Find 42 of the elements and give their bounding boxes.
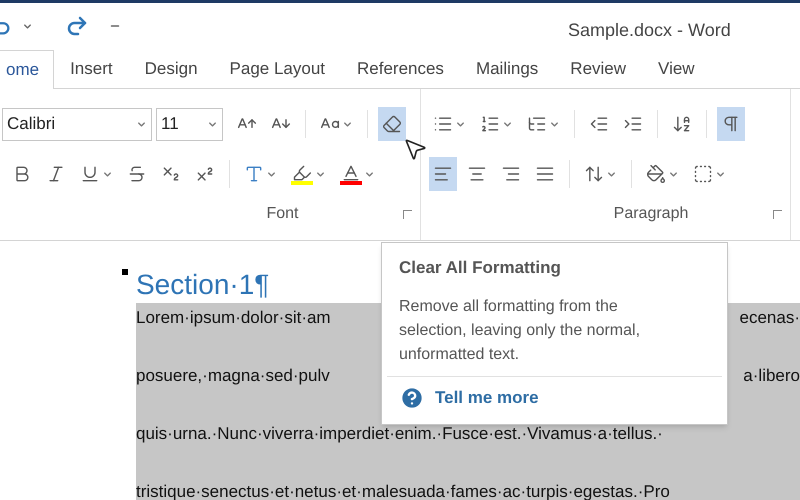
strikethrough-icon	[127, 164, 147, 184]
ribbon-tab[interactable]: View	[642, 50, 711, 88]
ribbon-tab[interactable]: Design	[128, 50, 214, 88]
font-color-icon	[341, 163, 361, 183]
document-text-line: posuere,·magna·sed·pulv	[136, 365, 330, 387]
ribbon-tab[interactable]: Page Layout	[214, 50, 341, 88]
section-heading: Section·1¶	[136, 268, 270, 302]
numbered-list-icon	[480, 114, 500, 134]
document-text-line: Lorem·ipsum·dolor·sit·am	[136, 307, 331, 329]
ribbon-tab[interactable]: Mailings	[460, 50, 554, 88]
sort-icon	[672, 114, 692, 134]
ribbon-tab[interactable]: References	[341, 50, 460, 88]
document-text-line: quis·urna.·Nunc·viverra·imperdiet·enim.·Fusce·est.·Vivamus·a·tellus.·	[136, 423, 663, 445]
text-effects-icon	[244, 164, 264, 184]
borders-icon	[693, 164, 713, 184]
tooltip-description: Remove all formatting from the selection, leaving only the normal, unformatted text.	[399, 296, 642, 364]
paint-bucket-icon	[646, 164, 666, 184]
clear-button[interactable]	[378, 107, 406, 141]
tell-me-more-link[interactable]: Tell me more	[399, 384, 710, 410]
document-text-line: ecenas·	[740, 307, 800, 329]
dialog-launcher-icon[interactable]	[773, 210, 782, 218]
marks-button[interactable]	[717, 107, 745, 141]
group-label: Paragraph	[614, 204, 688, 224]
eraser-icon	[382, 114, 402, 134]
group-label: Font	[266, 204, 298, 224]
dialog-launcher-icon[interactable]	[402, 210, 412, 218]
paragraph-mark-icon	[122, 269, 128, 275]
underline-icon	[80, 164, 100, 184]
tooltip-title: Clear All Formatting	[399, 257, 562, 279]
ribbon-tab[interactable]: Insert	[54, 50, 129, 88]
highlighter-icon	[292, 163, 312, 183]
line-spacing-icon	[584, 164, 604, 184]
ribbon-tab[interactable]: Review	[554, 50, 642, 88]
redo-icon[interactable]	[65, 14, 89, 38]
left-button[interactable]	[429, 157, 457, 191]
font-size-field[interactable]: 11	[156, 108, 223, 140]
window-title: Sample.docx - Word	[568, 19, 731, 42]
font-name-field[interactable]: Calibri	[2, 108, 152, 140]
font-size-value: 11	[161, 113, 179, 136]
document-text-line: a·libero	[743, 365, 800, 387]
font-name-value: Calibri	[7, 113, 56, 136]
ribbon-tab[interactable]: ome	[0, 50, 54, 89]
